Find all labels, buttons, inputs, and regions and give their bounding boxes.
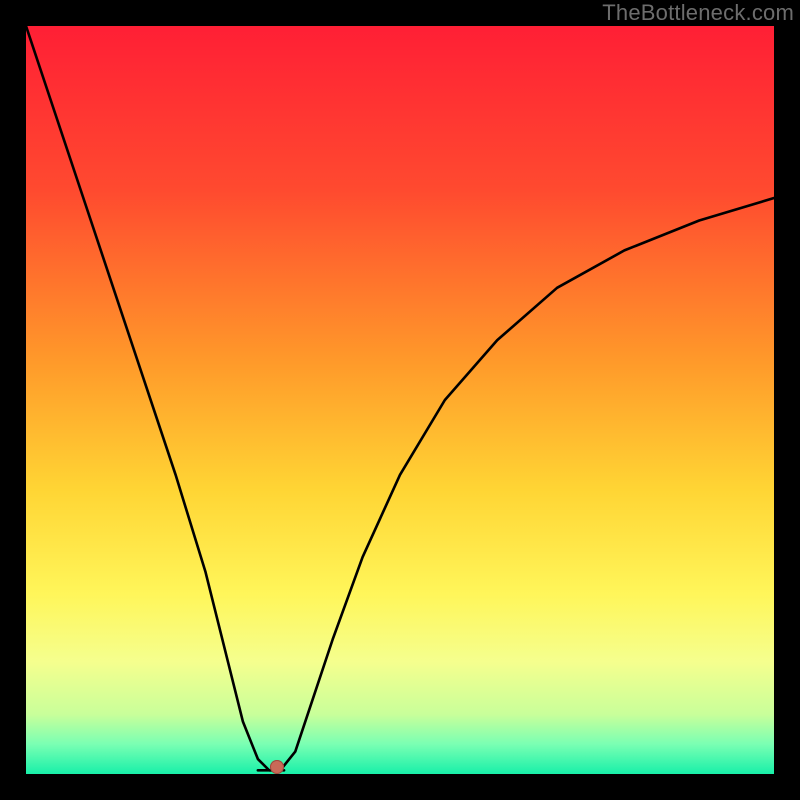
bottleneck-curve [26, 26, 774, 774]
plot-area [26, 26, 774, 774]
watermark-text: TheBottleneck.com [602, 0, 794, 26]
chart-stage: TheBottleneck.com [0, 0, 800, 800]
optimum-marker [270, 760, 284, 774]
